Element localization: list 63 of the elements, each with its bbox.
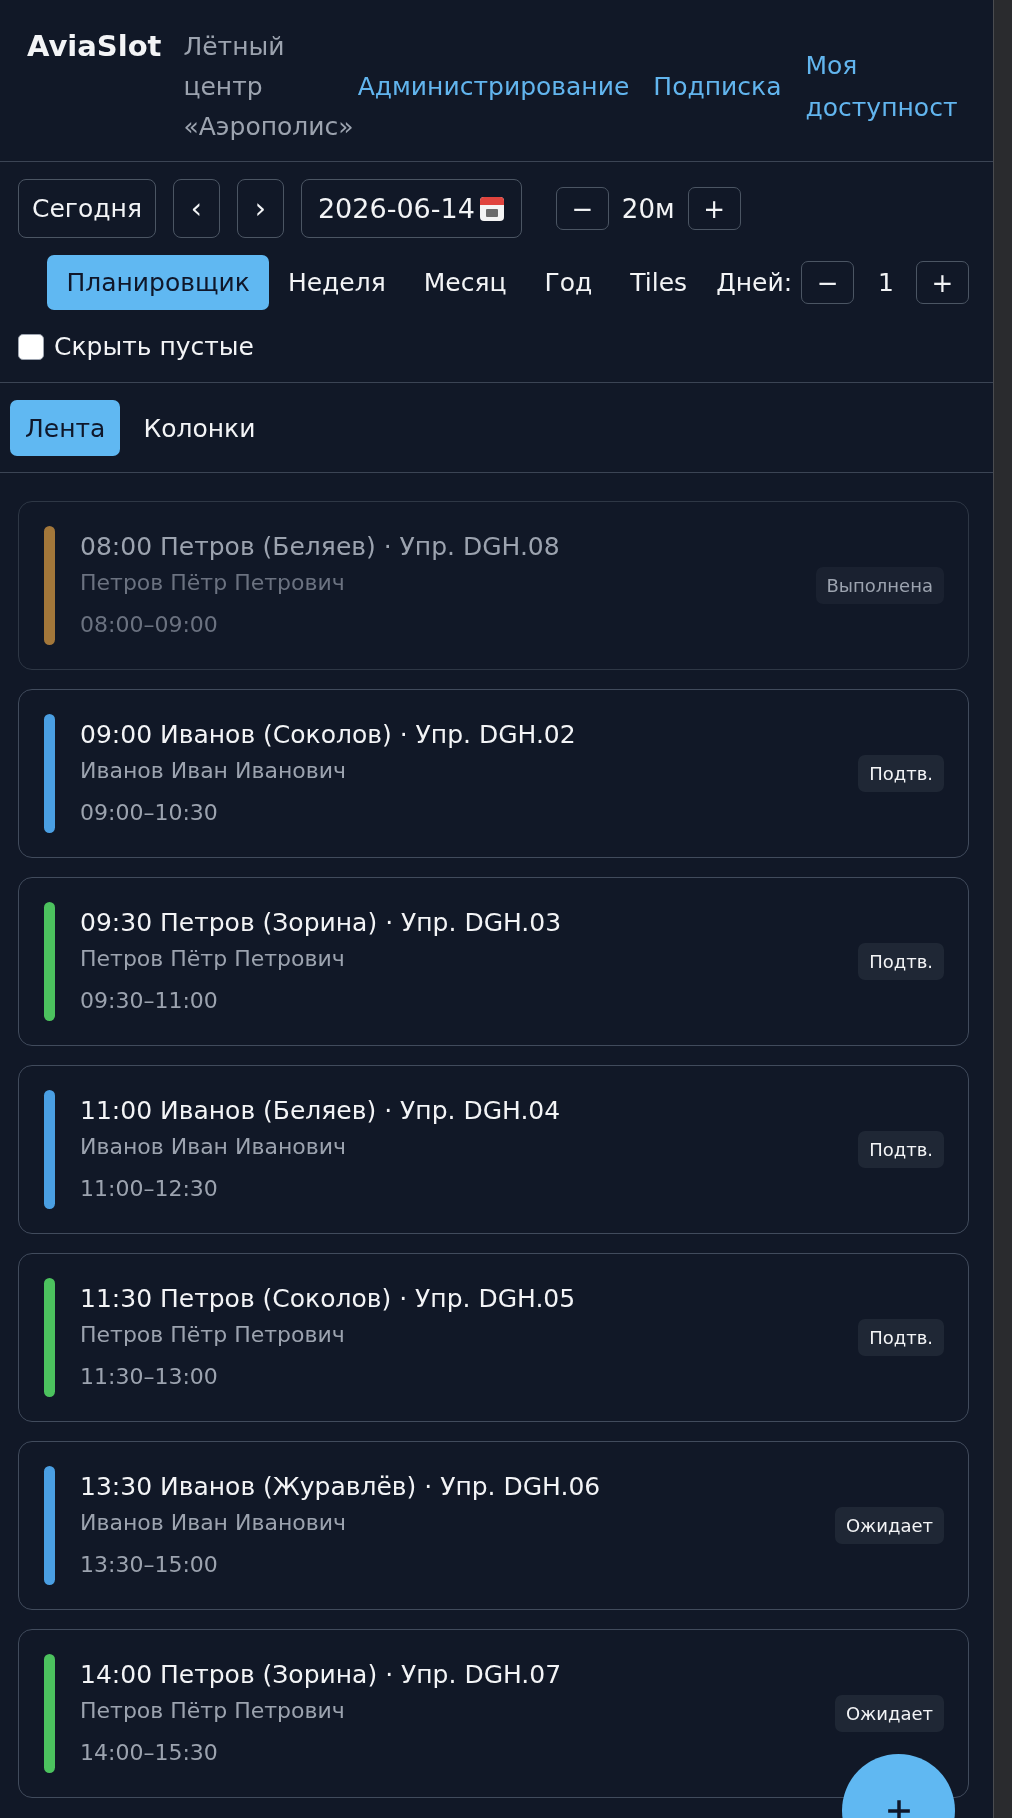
time-range: 11:00–12:30 xyxy=(80,1174,219,1203)
booking-card[interactable]: 09:00 Иванов (Соколов) · Упр. DGH.02 Иванов Иван Иванович 09:00–10:30 Подтв. xyxy=(18,689,969,858)
status-badge: Подтв. xyxy=(858,1131,944,1168)
booking-card[interactable]: 11:00 Иванов (Беляев) · Упр. DGH.04 Иванов Иван Иванович 11:00–12:30 Подтв. xyxy=(18,1065,969,1234)
next-button[interactable]: › xyxy=(236,179,284,238)
days-label: Дней: xyxy=(716,268,793,297)
layout-tab[interactable]: Колонки xyxy=(128,400,271,456)
nav-link[interactable]: Администрирование xyxy=(357,66,630,108)
booking-title: 09:00 Иванов (Соколов) · Упр. DGH.02 xyxy=(80,718,577,751)
zoom-out-button[interactable]: − xyxy=(555,187,609,230)
zoom-in-button[interactable]: + xyxy=(687,187,741,230)
days-value: 1 xyxy=(878,268,894,297)
person-name: Петров Пётр Петрович xyxy=(80,1696,346,1725)
booking-card[interactable]: 11:30 Петров (Соколов) · Упр. DGH.05 Петров Пётр Петрович 11:30–13:00 Подтв. xyxy=(18,1253,969,1422)
booking-card[interactable]: 14:00 Петров (Зорина) · Упр. DGH.07 Петров Пётр Петрович 14:00–15:30 Ожидает xyxy=(18,1629,969,1798)
status-badge: Подтв. xyxy=(858,755,944,792)
person-name: Иванов Иван Иванович xyxy=(80,1508,347,1537)
person-name: Петров Пётр Петрович xyxy=(80,1320,346,1349)
status-badge: Ожидает xyxy=(834,1695,944,1732)
days-increase-button[interactable]: + xyxy=(916,261,969,304)
booking-title: 11:00 Иванов (Беляев) · Упр. DGH.04 xyxy=(80,1094,562,1127)
nav-link[interactable]: Подписка xyxy=(653,66,782,108)
booking-title: 09:30 Петров (Зорина) · Упр. DGH.03 xyxy=(80,906,563,939)
booking-title: 08:00 Петров (Беляев) · Упр. DGH.08 xyxy=(80,530,561,563)
view-tab[interactable]: Планировщик xyxy=(47,255,269,310)
time-range: 14:00–15:30 xyxy=(80,1738,219,1767)
booking-title: 14:00 Петров (Зорина) · Упр. DGH.07 xyxy=(80,1658,563,1691)
organization-name: Лётный центр «Аэрополис» xyxy=(183,31,354,143)
checkbox[interactable] xyxy=(18,334,44,360)
status-badge: Ожидает xyxy=(834,1507,944,1544)
time-range: 08:00–09:00 xyxy=(80,610,219,639)
status-badge: Подтв. xyxy=(858,943,944,980)
layout-tab[interactable]: Лента xyxy=(10,400,121,456)
booking-card[interactable]: 08:00 Петров (Беляев) · Упр. DGH.08 Петров Пётр Петрович 08:00–09:00 Выполнена xyxy=(18,501,969,670)
status-badge: Выполнена xyxy=(815,567,944,604)
status-badge: Подтв. xyxy=(858,1319,944,1356)
zoom-value: 20м xyxy=(621,193,675,224)
today-button[interactable]: Сегодня xyxy=(18,179,156,238)
person-name: Петров Пётр Петрович xyxy=(80,568,346,597)
person-name: Иванов Иван Иванович xyxy=(80,756,347,785)
checkbox-label[interactable]: Скрыть пустые xyxy=(54,329,254,365)
time-range: 09:30–11:00 xyxy=(80,986,219,1015)
calendar-icon xyxy=(478,195,505,222)
booking-title: 13:30 Иванов (Журавлёв) · Упр. DGH.06 xyxy=(80,1470,602,1503)
time-range: 09:00–10:30 xyxy=(80,798,219,827)
person-name: Иванов Иван Иванович xyxy=(80,1132,347,1161)
scrollbar[interactable] xyxy=(993,0,1012,1818)
view-tab[interactable]: Месяц xyxy=(404,255,526,310)
nav-link[interactable]: Моя доступност xyxy=(805,45,958,129)
app-logo: AviaSlot xyxy=(27,28,162,65)
time-range: 11:30–13:00 xyxy=(80,1362,219,1391)
person-name: Петров Пётр Петрович xyxy=(80,944,346,973)
time-range: 13:30–15:00 xyxy=(80,1550,219,1579)
plus-icon xyxy=(885,1797,912,1818)
view-tab[interactable]: Неделя xyxy=(268,255,405,310)
previous-button[interactable]: ‹ xyxy=(172,179,220,238)
booking-card[interactable]: 13:30 Иванов (Журавлёв) · Упр. DGH.06 Иванов Иван Иванович 13:30–15:00 Ожидает xyxy=(18,1441,969,1610)
days-decrease-button[interactable]: − xyxy=(801,261,855,304)
date-picker-button[interactable]: 2026-06-14 xyxy=(300,179,522,238)
booking-card[interactable]: 09:30 Петров (Зорина) · Упр. DGH.03 Петров Пётр Петрович 09:30–11:00 Подтв. xyxy=(18,877,969,1046)
booking-title: 11:30 Петров (Соколов) · Упр. DGH.05 xyxy=(80,1282,577,1315)
view-tab[interactable]: Tiles xyxy=(611,255,707,310)
view-tab[interactable]: Год xyxy=(525,255,612,310)
